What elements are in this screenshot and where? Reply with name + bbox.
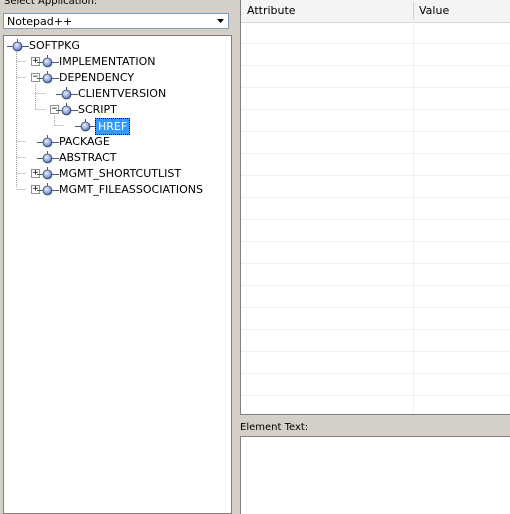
tree-node-label[interactable]: SOFTPKG (27, 38, 82, 53)
xml-node-icon (37, 167, 59, 181)
grid-row[interactable] (241, 22, 510, 44)
tree-node-label[interactable]: MGMT_FILEASSOCIATIONS (57, 182, 205, 197)
grid-row[interactable] (241, 396, 510, 414)
xml-node-icon (37, 71, 59, 85)
grid-row[interactable] (241, 352, 510, 374)
tree-node[interactable]: PACKAGE (4, 134, 229, 150)
xml-node-icon (37, 55, 59, 69)
xml-node-icon (7, 39, 29, 53)
element-text-area[interactable] (240, 436, 510, 514)
grid-row[interactable] (241, 132, 510, 154)
grid-row[interactable] (241, 198, 510, 220)
grid-row[interactable] (241, 374, 510, 396)
grid-row[interactable] (241, 330, 510, 352)
tree-node[interactable]: HREF (4, 118, 229, 135)
tree-node[interactable]: SOFTPKG (4, 38, 229, 54)
tree-node[interactable]: ABSTRACT (4, 150, 229, 166)
xml-node-icon (56, 87, 78, 101)
xml-node-icon (56, 103, 78, 117)
column-header-value[interactable]: Value (419, 4, 449, 17)
grid-row[interactable] (241, 44, 510, 66)
grid-header: Attribute Value (241, 0, 510, 23)
grid-row[interactable] (241, 176, 510, 198)
tree-node[interactable]: − DEPENDENCY (4, 70, 229, 86)
application-dropdown-value: Notepad++ (7, 15, 73, 28)
tree-node-label[interactable]: MGMT_SHORTCUTLIST (57, 166, 183, 181)
grid-row[interactable] (241, 88, 510, 110)
tree-node-label[interactable]: HREF (95, 118, 131, 135)
grid-row[interactable] (241, 154, 510, 176)
column-header-attribute[interactable]: Attribute (247, 4, 296, 17)
tree-node-label[interactable]: PACKAGE (57, 134, 112, 149)
grid-row[interactable] (241, 220, 510, 242)
attribute-grid[interactable]: Attribute Value (240, 0, 510, 415)
grid-column-line (413, 22, 414, 414)
element-tree[interactable]: SOFTPKG + IMPLEMENTATION − DEPENDENCY CLIENTV… (3, 35, 232, 514)
grid-row[interactable] (241, 286, 510, 308)
tree-node[interactable]: + MGMT_FILEASSOCIATIONS (4, 182, 229, 198)
xml-node-icon (75, 119, 97, 133)
tree-node-label[interactable]: DEPENDENCY (57, 70, 136, 85)
xml-node-icon (37, 183, 59, 197)
grid-row[interactable] (241, 110, 510, 132)
grid-row[interactable] (241, 264, 510, 286)
element-text-label: Element Text: (240, 422, 309, 433)
chevron-down-icon[interactable] (214, 15, 227, 27)
tree-node-label[interactable]: CLIENTVERSION (76, 86, 168, 101)
xml-node-icon (37, 151, 59, 165)
tree-node-label[interactable]: ABSTRACT (57, 150, 119, 165)
tree-node[interactable]: − SCRIPT (4, 102, 229, 118)
tree-node[interactable]: + MGMT_SHORTCUTLIST (4, 166, 229, 182)
grid-row[interactable] (241, 242, 510, 264)
tree-node[interactable]: CLIENTVERSION (4, 86, 229, 102)
tree-node-label[interactable]: IMPLEMENTATION (57, 54, 158, 69)
application-dropdown[interactable]: Notepad++ (3, 13, 229, 29)
grid-row[interactable] (241, 308, 510, 330)
grid-row[interactable] (241, 66, 510, 88)
tree-node-label[interactable]: SCRIPT (76, 102, 119, 117)
tree-node[interactable]: + IMPLEMENTATION (4, 54, 229, 70)
select-application-label: Select Application: (4, 0, 98, 7)
column-separator[interactable] (413, 2, 414, 20)
xml-node-icon (37, 135, 59, 149)
